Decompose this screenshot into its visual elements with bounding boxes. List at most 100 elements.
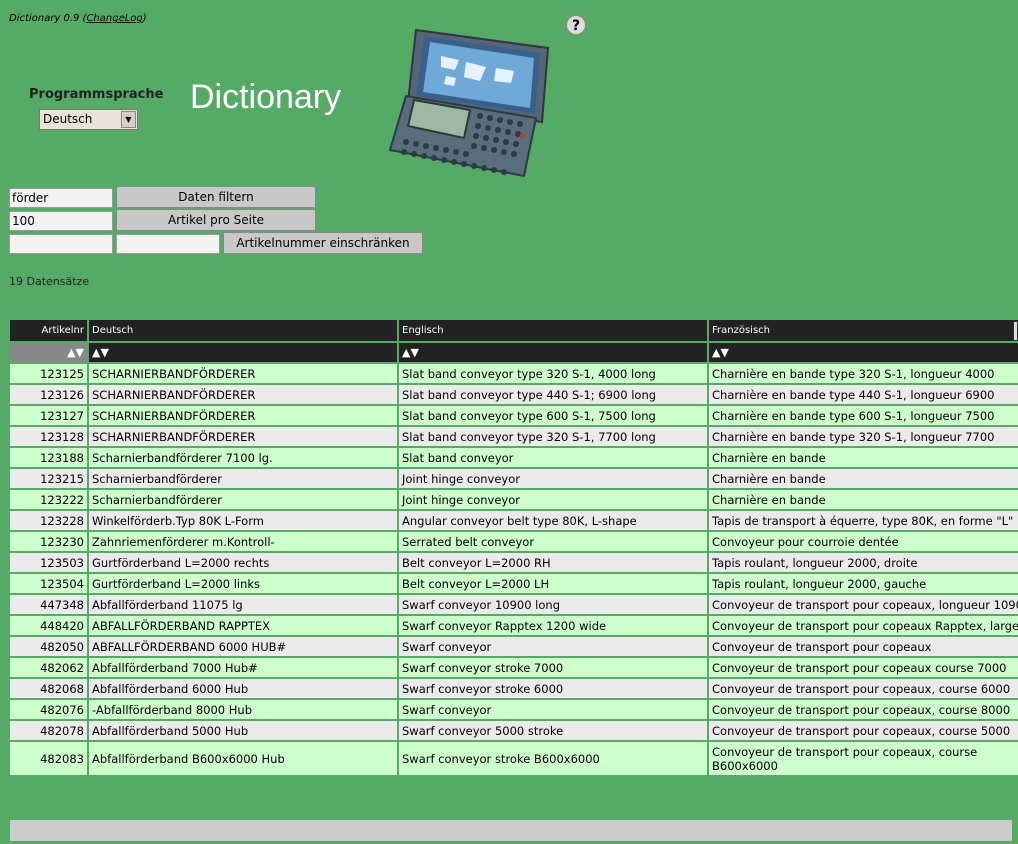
cell-franzoesisch: Charnière en bande <box>709 448 1018 467</box>
column-header-franzoesisch: Französisch <box>709 320 1018 341</box>
sort-arrows-franzoesisch-icon[interactable]: ▲▼ <box>709 343 1018 362</box>
cell-franzoesisch: Convoyeur de transport pour copeaux Rapp… <box>709 616 1018 635</box>
cell-artikelnr: 123188 <box>10 448 87 467</box>
table-row[interactable]: 123126 SCHARNIERBANDFÖRDERER Slat band con… <box>10 385 1018 404</box>
cell-franzoesisch: Convoyeur de transport pour copeaux, cou… <box>709 721 1018 740</box>
sort-arrows-englisch-icon[interactable]: ▲▼ <box>399 343 707 362</box>
cell-artikelnr: 123126 <box>10 385 87 404</box>
cell-artikelnr: 482062 <box>10 658 87 677</box>
cell-deutsch: Abfallförderband 7000 Hub# <box>89 658 397 677</box>
cell-franzoesisch: Charnière en bande <box>709 469 1018 488</box>
page-title: Dictionary <box>190 78 342 116</box>
table-row[interactable]: 123228 Winkelförderb.Typ 80K L-Form Angula… <box>10 511 1018 530</box>
cell-artikelnr: 482068 <box>10 679 87 698</box>
cell-franzoesisch: Charnière en bande type 600 S-1, longueu… <box>709 406 1018 425</box>
cell-franzoesisch: Convoyeur de transport pour copeaux, cou… <box>709 700 1018 719</box>
language-select[interactable]: Deutsch ▼ <box>39 109 138 130</box>
table-row[interactable]: 123222 Scharnierbandförderer Joint hinge c… <box>10 490 1018 509</box>
range-from-input[interactable] <box>9 234 113 254</box>
table-row[interactable]: 448420 ABFALLFÖRDERBAND RAPPTEX Swarf conv… <box>10 616 1018 635</box>
table-row[interactable]: 447348 Abfallförderband 11075 lg Swarf con… <box>10 595 1018 614</box>
cell-artikelnr: 123503 <box>10 553 87 572</box>
cell-franzoesisch: Convoyeur de transport pour copeaux <box>709 637 1018 656</box>
electronic-dictionary-icon <box>388 28 550 178</box>
cell-englisch: Swarf conveyor stroke 6000 <box>399 679 707 698</box>
sort-arrows-deutsch-icon[interactable]: ▲▼ <box>89 343 397 362</box>
table-row[interactable]: 482076 -Abfallförderband 8000 Hub Swarf co… <box>10 700 1018 719</box>
version-line: Dictionary 0.9 (ChangeLog) <box>9 13 147 24</box>
cell-deutsch: Abfallförderband 5000 Hub <box>89 721 397 740</box>
column-header-artikelnr: Artikelnr <box>10 320 87 341</box>
cell-englisch: Slat band conveyor <box>399 448 707 467</box>
cell-franzoesisch: Convoyeur de transport pour copeaux, lon… <box>709 595 1018 614</box>
table-row[interactable]: 123128 SCHARNIERBANDFÖRDERER Slat band con… <box>10 427 1018 446</box>
cell-englisch: Swarf conveyor 5000 stroke <box>399 721 707 740</box>
cell-englisch: Angular conveyor belt type 80K, L-shape <box>399 511 707 530</box>
table-row[interactable]: 123504 Gurtförderband L=2000 links Belt co… <box>10 574 1018 593</box>
table-row[interactable]: 123215 Scharnierbandförderer Joint hinge c… <box>10 469 1018 488</box>
table-row[interactable]: 123188 Scharnierbandförderer 7100 lg. Slat… <box>10 448 1018 467</box>
sort-row: ▲▼ ▲▼ ▲▼ ▲▼ <box>10 343 1018 362</box>
cell-deutsch: ABFALLFÖRDERBAND RAPPTEX <box>89 616 397 635</box>
cell-englisch: Belt conveyor L=2000 RH <box>399 553 707 572</box>
cell-artikelnr: 123125 <box>10 364 87 383</box>
cell-englisch: Serrated belt conveyor <box>399 532 707 551</box>
cell-deutsch: Scharnierbandförderer <box>89 469 397 488</box>
cell-artikelnr: 123215 <box>10 469 87 488</box>
language-selected-value: Deutsch <box>43 112 93 126</box>
record-count: 19 Datensätze <box>9 275 90 288</box>
cell-englisch: Swarf conveyor <box>399 637 707 656</box>
cell-franzoesisch: Charnière en bande type 320 S-1, longueu… <box>709 364 1018 383</box>
table-row[interactable]: 482078 Abfallförderband 5000 Hub Swarf con… <box>10 721 1018 740</box>
cell-englisch: Joint hinge conveyor <box>399 469 707 488</box>
table-row[interactable]: 123127 SCHARNIERBANDFÖRDERER Slat band con… <box>10 406 1018 425</box>
results-table: Artikelnr Deutsch Englisch Französisch ▲… <box>8 318 1018 777</box>
cell-englisch: Swarf conveyor <box>399 700 707 719</box>
table-row[interactable]: 123503 Gurtförderband L=2000 rechts Belt c… <box>10 553 1018 572</box>
filter-button[interactable]: Daten filtern <box>116 186 316 208</box>
cell-deutsch: Abfallförderband B600x6000 Hub <box>89 742 397 775</box>
cell-artikelnr: 123222 <box>10 490 87 509</box>
cell-franzoesisch: Charnière en bande <box>709 490 1018 509</box>
cell-artikelnr: 447348 <box>10 595 87 614</box>
sort-arrows-artikelnr-icon[interactable]: ▲▼ <box>10 343 87 362</box>
cell-englisch: Swarf conveyor stroke 7000 <box>399 658 707 677</box>
table-row[interactable]: 482068 Abfallförderband 6000 Hub Swarf con… <box>10 679 1018 698</box>
cell-artikelnr: 448420 <box>10 616 87 635</box>
cell-englisch: Joint hinge conveyor <box>399 490 707 509</box>
language-label: Programmsprache <box>29 87 164 102</box>
column-header-deutsch: Deutsch <box>89 320 397 341</box>
cell-artikelnr: 482078 <box>10 721 87 740</box>
cell-deutsch: SCHARNIERBANDFÖRDERER <box>89 406 397 425</box>
cell-englisch: Swarf conveyor 10900 long <box>399 595 707 614</box>
table-footer-bar <box>10 820 1012 841</box>
changelog-link[interactable]: ChangeLog <box>86 13 142 24</box>
cell-artikelnr: 123504 <box>10 574 87 593</box>
filter-input[interactable]: förder <box>9 188 113 208</box>
table-row[interactable]: 123230 Zahnriemenförderer m.Kontroll- Serr… <box>10 532 1018 551</box>
cell-deutsch: Scharnierbandförderer <box>89 490 397 509</box>
cell-artikelnr: 123127 <box>10 406 87 425</box>
table-row[interactable]: 482062 Abfallförderband 7000 Hub# Swarf co… <box>10 658 1018 677</box>
cell-artikelnr: 123230 <box>10 532 87 551</box>
cell-deutsch: -Abfallförderband 8000 Hub <box>89 700 397 719</box>
table-row[interactable]: 482050 ABFALLFÖRDERBAND 6000 HUB# Swarf co… <box>10 637 1018 656</box>
restrict-range-button[interactable]: Artikelnummer einschränken <box>223 232 423 254</box>
per-page-button[interactable]: Artikel pro Seite <box>116 209 316 231</box>
cell-artikelnr: 123228 <box>10 511 87 530</box>
help-icon[interactable]: ? <box>566 15 586 35</box>
cell-franzoesisch: Charnière en bande type 320 S-1, longueu… <box>709 427 1018 446</box>
scrollbar-edge[interactable] <box>1013 321 1018 341</box>
cell-artikelnr: 482083 <box>10 742 87 775</box>
cell-englisch: Belt conveyor L=2000 LH <box>399 574 707 593</box>
cell-franzoesisch: Tapis roulant, longueur 2000, droite <box>709 553 1018 572</box>
range-to-input[interactable] <box>116 234 220 254</box>
table-header-row: Artikelnr Deutsch Englisch Französisch <box>10 320 1018 341</box>
per-page-input[interactable]: 100 <box>9 211 113 231</box>
cell-englisch: Swarf conveyor Rapptex 1200 wide <box>399 616 707 635</box>
cell-artikelnr: 123128 <box>10 427 87 446</box>
cell-englisch: Slat band conveyor type 600 S-1, 7500 lo… <box>399 406 707 425</box>
table-row[interactable]: 482083 Abfallförderband B600x6000 Hub Swar… <box>10 742 1018 775</box>
cell-englisch: Swarf conveyor stroke B600x6000 <box>399 742 707 775</box>
table-row[interactable]: 123125 SCHARNIERBANDFÖRDERER Slat band con… <box>10 364 1018 383</box>
